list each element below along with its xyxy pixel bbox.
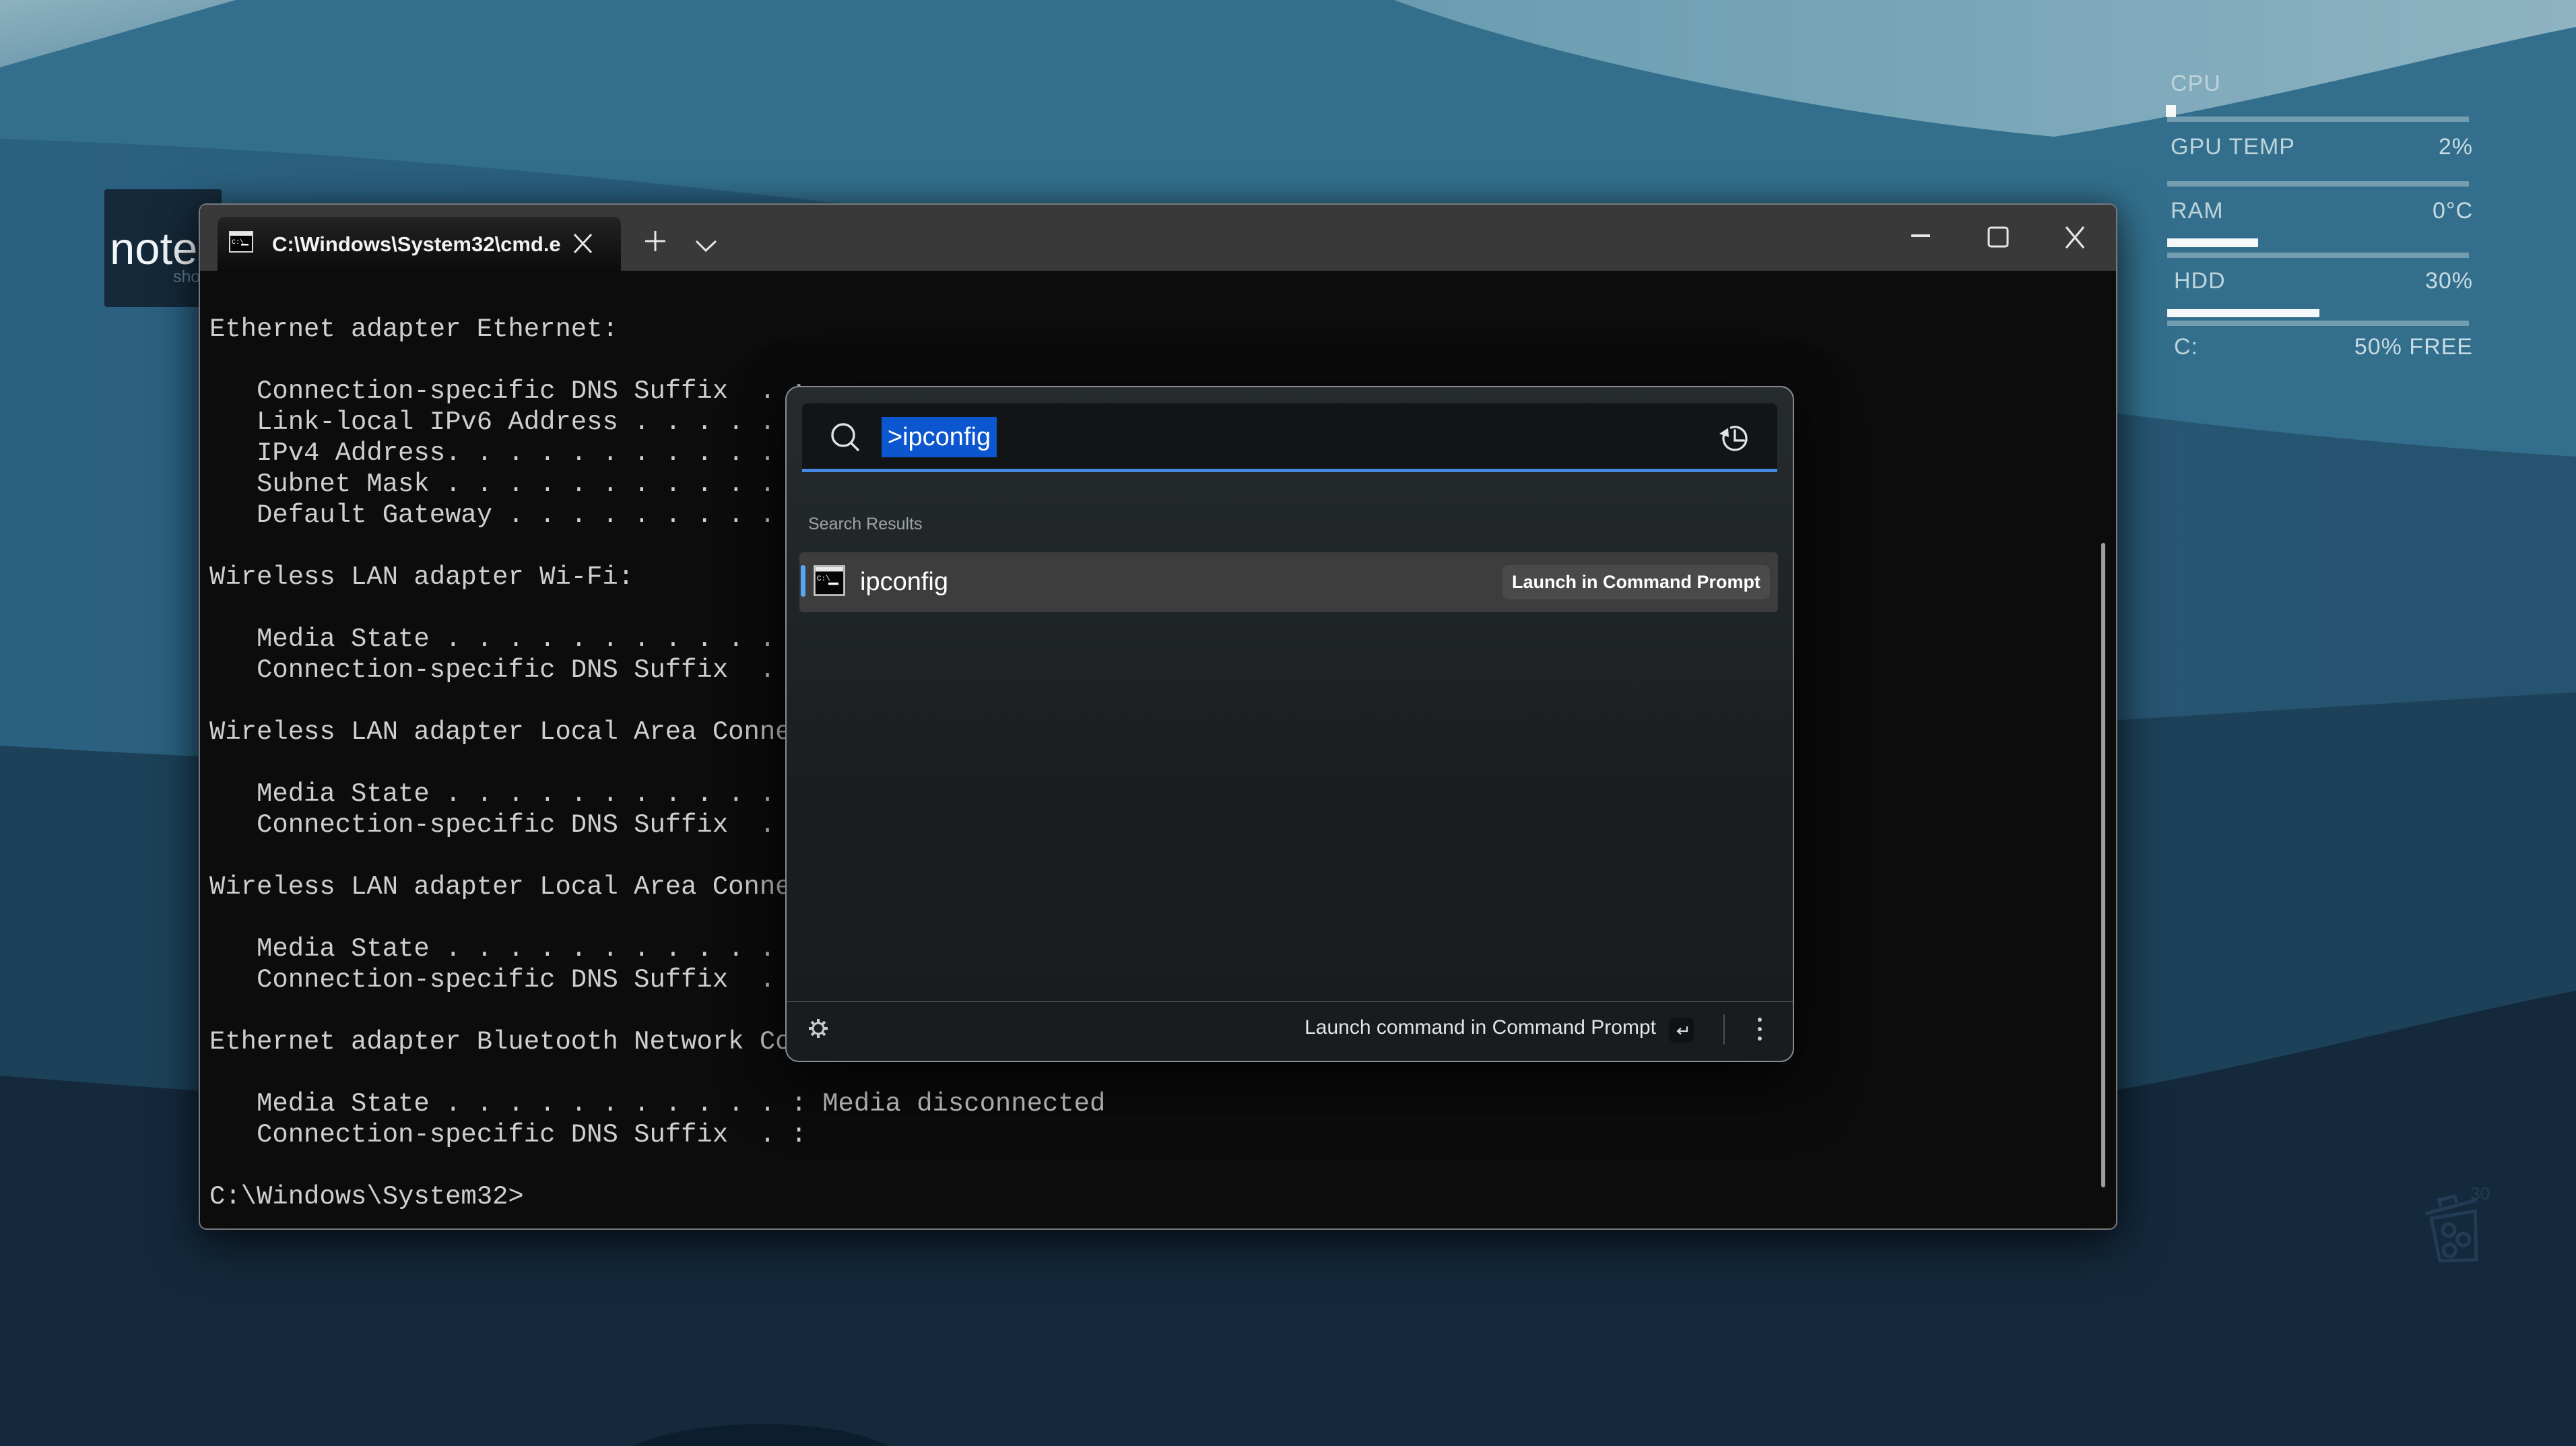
svg-text:C:\: C:\ [817, 575, 830, 583]
svg-text:30: 30 [2470, 1183, 2490, 1204]
